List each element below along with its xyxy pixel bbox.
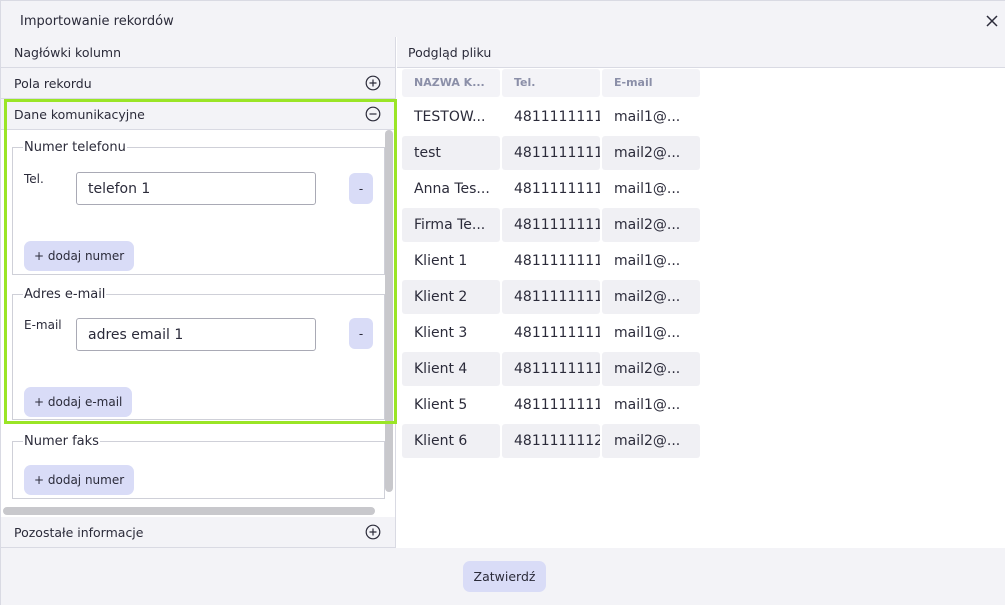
fax-group-legend: Numer faks (24, 434, 99, 449)
file-preview-panel: Podgląd pliku NAZWA K... Tel. E-mail TESTOW… (397, 37, 1005, 548)
remove-email-button[interactable]: - (349, 318, 373, 349)
table-cell: mail2@... (602, 352, 700, 386)
table-cell: Anna Tes... (414, 181, 490, 197)
table-cell: Firma Te... (402, 208, 500, 242)
column-header: Tel. (502, 69, 600, 97)
table-cell: mail2@... (602, 424, 700, 458)
table-cell: 48111111113 (514, 181, 600, 197)
table-cell: test (402, 136, 500, 170)
add-email-button[interactable]: + dodaj e-mail (24, 387, 133, 417)
table-cell: 48111111117 (514, 325, 600, 341)
plus-circle-icon[interactable] (365, 75, 381, 91)
table-cell: Klient 3 (414, 325, 468, 341)
table-cell: mail2@... (602, 208, 700, 242)
remove-phone-button[interactable]: - (349, 173, 373, 204)
horizontal-scrollbar[interactable] (3, 507, 375, 515)
table-cell: 48111111111 (514, 109, 600, 125)
table-cell: mail1@... (614, 109, 681, 125)
email-group: Adres e-mail E-mail - + dodaj e-mail (12, 287, 385, 420)
dane-komunikacyjne-body: Numer telefonu Tel. - + dodaj numer Adre… (1, 130, 395, 517)
column-headers-header: Nagłówki kolumn (1, 37, 395, 68)
table-cell: 48111111112 (502, 136, 600, 170)
import-dialog: Importowanie rekordów Nagłówki kolumn Po… (0, 0, 1005, 605)
file-preview-header: Podgląd pliku (397, 37, 1005, 68)
dialog-title: Importowanie rekordów (20, 14, 174, 29)
section-label: Pola rekordu (14, 76, 92, 91)
phone-field-label: Tel. (24, 172, 44, 186)
table-cell: Klient 1 (414, 253, 468, 269)
confirm-button[interactable]: Zatwierdź (463, 561, 546, 592)
plus-circle-icon[interactable] (365, 524, 381, 540)
table-cell: mail2@... (602, 280, 700, 314)
table-cell: 48111111118 (502, 352, 600, 386)
add-fax-button[interactable]: + dodaj numer (24, 465, 135, 495)
vertical-scrollbar[interactable] (385, 130, 393, 492)
table-cell: Klient 5 (414, 397, 468, 413)
scroll-area: Numer telefonu Tel. - + dodaj numer Adre… (1, 130, 386, 517)
fax-group: Numer faks + dodaj numer (12, 434, 385, 499)
table-cell: 48111111115 (514, 253, 600, 269)
table-cell: TESTOW... (414, 109, 486, 125)
dialog-titlebar: Importowanie rekordów (1, 1, 1005, 37)
section-pola-rekordu[interactable]: Pola rekordu (1, 68, 395, 99)
table-cell: 48111111119 (514, 397, 600, 413)
table-cell: mail1@... (614, 325, 681, 341)
section-label: Pozostałe informacje (14, 525, 144, 540)
dialog-footer: Zatwierdź (1, 548, 1005, 605)
table-cell: 48111111116 (502, 280, 600, 314)
phone-group: Numer telefonu Tel. - + dodaj numer (12, 140, 385, 275)
column-header: NAZWA K... (402, 69, 500, 97)
email-input[interactable] (76, 318, 316, 351)
section-label: Dane komunikacyjne (14, 107, 145, 122)
table-cell: 48111111114 (502, 208, 600, 242)
table-cell: Klient 4 (402, 352, 500, 386)
close-icon[interactable] (984, 13, 1000, 29)
add-phone-button[interactable]: + dodaj numer (24, 241, 135, 271)
column-header: E-mail (602, 69, 700, 97)
table-cell: 48111111120 (502, 424, 600, 458)
file-preview-title: Podgląd pliku (408, 45, 492, 60)
table-cell: mail1@... (614, 181, 681, 197)
email-field-label: E-mail (24, 318, 62, 332)
section-pozostale-informacje[interactable]: Pozostałe informacje (1, 517, 395, 548)
table-cell: mail1@... (614, 253, 681, 269)
table-cell: Klient 6 (402, 424, 500, 458)
table-cell: Klient 2 (402, 280, 500, 314)
table-cell: mail2@... (602, 136, 700, 170)
email-group-legend: Adres e-mail (24, 287, 106, 302)
column-headers-title: Nagłówki kolumn (14, 45, 121, 60)
phone-group-legend: Numer telefonu (24, 140, 126, 155)
column-headers-panel: Nagłówki kolumn Pola rekordu Dane komuni… (1, 37, 396, 548)
table-cell: mail1@... (614, 397, 681, 413)
minus-circle-icon[interactable] (365, 106, 381, 122)
phone-input[interactable] (76, 172, 316, 205)
section-dane-komunikacyjne[interactable]: Dane komunikacyjne (1, 99, 395, 130)
